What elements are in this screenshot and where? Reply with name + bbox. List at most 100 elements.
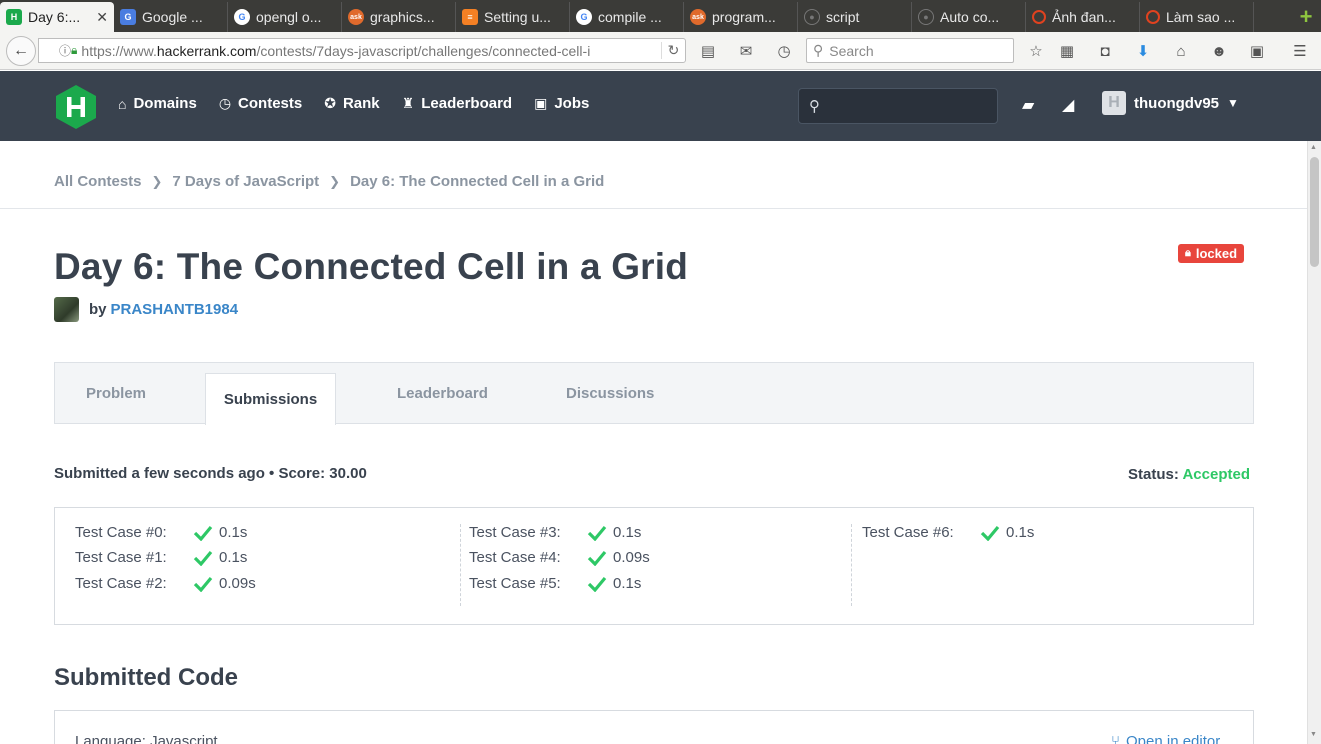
- check-icon: [193, 525, 213, 541]
- browser-tab[interactable]: ≡ Setting u...: [456, 2, 570, 32]
- medal-icon: ✪: [324, 95, 336, 111]
- url-text[interactable]: https://www.hackerrank.com/contests/7day…: [81, 43, 661, 59]
- briefcase-icon: ▣: [534, 95, 548, 111]
- test-cases-panel: Test Case #0: 0.1s Test Case #1: 0.1s Te…: [54, 507, 1254, 625]
- browser-search-input[interactable]: ⚲ Search: [806, 38, 1014, 63]
- browser-tab-hackerrank[interactable]: H Day 6:... ✕: [0, 2, 114, 32]
- browser-tab[interactable]: Ảnh đan...: [1026, 2, 1140, 32]
- by-label: by: [89, 301, 107, 318]
- close-tab-icon[interactable]: ✕: [96, 9, 108, 26]
- breadcrumb-all-contests[interactable]: All Contests: [54, 173, 142, 190]
- tab-submissions[interactable]: Submissions: [205, 373, 336, 425]
- google-translate-favicon-icon: G: [120, 9, 136, 25]
- user-menu[interactable]: H thuongdv95 ▼: [1102, 91, 1239, 115]
- tab-problem[interactable]: Problem: [86, 363, 146, 424]
- browser-tab[interactable]: G opengl o...: [228, 2, 342, 32]
- pocket-icon[interactable]: ◘: [1095, 41, 1115, 61]
- test-case-time: 0.09s: [613, 549, 650, 566]
- chevron-right-icon: ❯: [151, 173, 163, 189]
- browser-tab[interactable]: G Google ...: [114, 2, 228, 32]
- browser-tab[interactable]: Làm sao ...: [1140, 2, 1254, 32]
- url-bar[interactable]: ⓘ 🔒︎ https://www.hackerrank.com/contests…: [38, 38, 686, 63]
- open-in-editor-link[interactable]: ⑂ Open in editor: [1111, 733, 1220, 744]
- nav-domains[interactable]: ⌂ Domains: [118, 95, 197, 112]
- download-arrow-icon[interactable]: ⬇: [1133, 41, 1153, 61]
- test-case-row[interactable]: Test Case #2: 0.09s: [75, 575, 256, 592]
- history-clock-icon[interactable]: ◷: [774, 41, 794, 61]
- test-case-row[interactable]: Test Case #6: 0.1s: [862, 524, 1034, 541]
- notifications-megaphone-icon[interactable]: ◢: [1062, 95, 1074, 115]
- test-case-row[interactable]: Test Case #4: 0.09s: [469, 549, 650, 566]
- new-tab-plus-icon[interactable]: +: [1291, 2, 1321, 32]
- nav-leaderboard[interactable]: ♜ Leaderboard: [402, 95, 512, 112]
- back-arrow-icon[interactable]: ←: [6, 36, 36, 66]
- bookmark-star-icon[interactable]: ☆: [1026, 41, 1046, 61]
- github-favicon-icon: ●: [804, 9, 820, 25]
- test-case-label: Test Case #4:: [469, 549, 561, 566]
- hackerrank-logo-icon[interactable]: [54, 84, 98, 130]
- site-search-input[interactable]: ⚲: [798, 88, 998, 124]
- test-case-label: Test Case #6:: [862, 524, 954, 541]
- test-case-label: Test Case #5:: [469, 575, 561, 592]
- browser-tab[interactable]: ask graphics...: [342, 2, 456, 32]
- tab-discussions[interactable]: Discussions: [566, 363, 654, 424]
- scrollbar-thumb[interactable]: [1310, 157, 1319, 267]
- bookmarks-list-icon[interactable]: ▦: [1057, 41, 1077, 61]
- padlock-icon: 🔒︎: [71, 43, 78, 57]
- open-in-editor-label: Open in editor: [1126, 733, 1221, 744]
- submitted-code-heading: Submitted Code: [54, 664, 238, 691]
- test-cases-column: Test Case #0: 0.1s Test Case #1: 0.1s Te…: [75, 524, 455, 606]
- author-avatar[interactable]: [54, 297, 79, 322]
- messages-icon[interactable]: ▰: [1022, 95, 1034, 115]
- breadcrumb: All Contests ❯ 7 Days of JavaScript ❯ Da…: [54, 173, 604, 190]
- breadcrumb-bar: All Contests ❯ 7 Days of JavaScript ❯ Da…: [0, 141, 1307, 209]
- test-case-row[interactable]: Test Case #0: 0.1s: [75, 524, 247, 541]
- scroll-up-arrow-icon[interactable]: ▲: [1310, 144, 1317, 151]
- test-case-time: 0.1s: [219, 549, 248, 566]
- browser-tab[interactable]: ● Auto co...: [912, 2, 1026, 32]
- nav-jobs[interactable]: ▣ Jobs: [534, 95, 589, 112]
- author-link[interactable]: PRASHANTB1984: [111, 301, 239, 318]
- avatar: H: [1102, 91, 1126, 115]
- test-case-row[interactable]: Test Case #1: 0.1s: [75, 549, 247, 566]
- search-placeholder: Search: [829, 42, 874, 59]
- code-box: Language: Javascript ⑂ Open in editor: [54, 710, 1254, 744]
- test-case-row[interactable]: Test Case #3: 0.1s: [469, 524, 641, 541]
- tab-label: program...: [712, 9, 776, 25]
- nav-label: Contests: [238, 95, 303, 112]
- reload-icon[interactable]: ↻: [661, 42, 685, 59]
- browser-tab[interactable]: ● script: [798, 2, 912, 32]
- tab-label: compile ...: [598, 9, 662, 25]
- ask-favicon-icon: ask: [348, 9, 364, 25]
- nav-contests[interactable]: ◷ Contests: [219, 95, 302, 112]
- test-cases-column: Test Case #3: 0.1s Test Case #4: 0.09s T…: [460, 524, 852, 606]
- mail-icon[interactable]: ✉: [736, 41, 756, 61]
- nav-rank[interactable]: ✪ Rank: [324, 95, 379, 112]
- nav-label: Domains: [133, 95, 197, 112]
- browser-tab[interactable]: G compile ...: [570, 2, 684, 32]
- breadcrumb-contest[interactable]: 7 Days of JavaScript: [172, 173, 319, 190]
- page-scrollbar[interactable]: ▲ ▼: [1307, 141, 1321, 744]
- browser-tab-bar: H Day 6:... ✕ G Google ... G opengl o...…: [0, 0, 1321, 32]
- nav-label: Jobs: [554, 95, 590, 112]
- home-icon[interactable]: ⌂: [1171, 41, 1191, 61]
- info-icon[interactable]: ⓘ: [59, 42, 71, 59]
- chat-icon[interactable]: ☻: [1209, 41, 1229, 61]
- search-icon: ⚲: [813, 42, 824, 58]
- scroll-down-arrow-icon[interactable]: ▼: [1310, 731, 1317, 738]
- reader-view-icon[interactable]: ▤: [698, 41, 718, 61]
- tab-label: graphics...: [370, 9, 435, 25]
- ask-favicon-icon: ask: [690, 9, 706, 25]
- browser-tab[interactable]: ask program...: [684, 2, 798, 32]
- google-favicon-icon: G: [576, 9, 592, 25]
- hamburger-menu-icon[interactable]: ☰: [1290, 41, 1310, 61]
- tab-leaderboard[interactable]: Leaderboard: [397, 363, 488, 424]
- apps-grid-icon[interactable]: ▣: [1247, 41, 1267, 61]
- search-icon: ⚲: [809, 98, 820, 115]
- breadcrumb-challenge[interactable]: Day 6: The Connected Cell in a Grid: [350, 173, 604, 190]
- check-icon: [587, 576, 607, 592]
- opera-favicon-icon: [1032, 10, 1046, 24]
- test-case-row[interactable]: Test Case #5: 0.1s: [469, 575, 641, 592]
- test-cases-column: Test Case #6: 0.1s: [851, 524, 1231, 606]
- browser-navbar: ← ⓘ 🔒︎ https://www.hackerrank.com/contes…: [0, 32, 1321, 70]
